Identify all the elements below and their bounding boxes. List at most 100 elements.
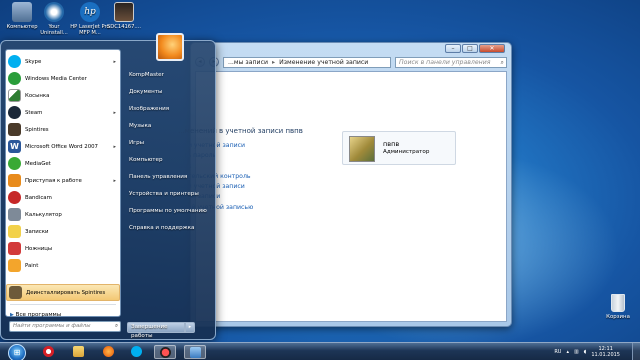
start-right-documents[interactable]: Документы xyxy=(129,89,162,95)
submenu-arrow-icon: ▸ xyxy=(113,109,116,116)
submenu-arrow-icon: ▸ xyxy=(113,177,116,184)
media-center-icon xyxy=(8,72,21,85)
volume-icon[interactable]: ◖ xyxy=(584,349,587,355)
programs-divider xyxy=(10,304,116,305)
start-right-devices-printers[interactable]: Устройства и принтеры xyxy=(129,191,199,197)
program-bandicam[interactable]: Bandicam xyxy=(6,189,120,206)
program-spintires[interactable]: Spintires xyxy=(6,121,120,138)
mediaget-icon xyxy=(8,157,21,170)
close-button[interactable]: ✕ xyxy=(479,44,505,53)
clock[interactable]: 12:11 11.01.2015 xyxy=(591,346,620,358)
steam-icon xyxy=(8,106,21,119)
bandicam-icon xyxy=(8,191,21,204)
window-caption-buttons: – □ ✕ xyxy=(445,44,505,53)
user-accounts-window: – □ ✕ ◂ ▸ ...мы записи ▸ Изменение учетн… xyxy=(178,42,512,327)
start-right-default-programs[interactable]: Программы по умолчанию xyxy=(129,208,207,214)
word-icon: W xyxy=(8,140,21,153)
desktop-icon-recycle-bin[interactable]: Корзина xyxy=(600,294,636,320)
start-menu-programs-pane: Skype ▸ Windows Media Center Косынка Stea… xyxy=(5,49,121,318)
photo-thumbnail-icon xyxy=(114,2,134,22)
scissors-icon xyxy=(8,242,21,255)
navigation-bar: ◂ ▸ ...мы записи ▸ Изменение учетной зап… xyxy=(195,56,507,68)
user-role: Администратор xyxy=(383,149,430,155)
taskbar-explorer[interactable] xyxy=(68,345,90,359)
all-programs-button[interactable]: ▶ Все программы xyxy=(10,312,61,318)
maximize-button[interactable]: □ xyxy=(462,44,478,53)
recycle-bin-icon xyxy=(611,294,625,312)
taskbar-bandicam[interactable] xyxy=(154,345,176,359)
search-icon: ⌕ xyxy=(114,323,118,329)
start-search-input[interactable]: Найти программы и файлы ⌕ xyxy=(9,321,121,332)
taskbar-opera[interactable] xyxy=(38,345,60,359)
program-skype[interactable]: Skype ▸ xyxy=(6,53,120,70)
getting-started-icon xyxy=(8,174,21,187)
tray-expand-icon[interactable]: ▴ xyxy=(566,349,569,355)
paint-icon xyxy=(8,259,21,272)
opera-icon xyxy=(43,346,54,357)
network-icon[interactable]: ▥ xyxy=(574,349,579,355)
start-button[interactable]: ⊞ xyxy=(8,344,26,360)
start-right-kompmaster[interactable]: KompMaster xyxy=(129,72,164,78)
start-right-control-panel[interactable]: Панель управления xyxy=(129,174,187,180)
clock-date: 11.01.2015 xyxy=(591,352,620,358)
window-content: ...менений в учетной записи пвпв ...ни у… xyxy=(178,71,507,322)
program-snipping-tool[interactable]: Ножницы xyxy=(6,240,120,257)
start-right-games[interactable]: Игры xyxy=(129,140,144,146)
breadcrumb-accounts[interactable]: ...мы записи xyxy=(228,59,268,66)
program-getting-started[interactable]: Приступая к работе ▸ xyxy=(6,172,120,189)
shutdown-button[interactable]: Завершение работы xyxy=(127,322,185,339)
desktop-icon-your-uninstaller[interactable]: Your Uninstall... xyxy=(34,2,74,36)
solitaire-icon xyxy=(8,89,21,102)
calculator-icon xyxy=(8,208,21,221)
start-right-help-support[interactable]: Справка и поддержка xyxy=(129,225,195,231)
program-uninstall-spintires[interactable]: Деинсталлировать Spintires xyxy=(6,284,120,301)
media-player-icon xyxy=(103,346,114,357)
program-mediaget[interactable]: MediaGet xyxy=(6,155,120,172)
folder-icon xyxy=(73,346,84,357)
computer-icon xyxy=(12,2,32,22)
taskbar-control-panel[interactable] xyxy=(184,345,206,359)
taskbar-skype[interactable] xyxy=(126,345,148,359)
taskbar: ⊞ RU ▴ ▥ ◖ 12:11 11.01.2015 xyxy=(0,342,640,360)
search-icon: ⌕ xyxy=(500,58,504,66)
program-solitaire[interactable]: Косынка xyxy=(6,87,120,104)
system-tray: RU ▴ ▥ ◖ 12:11 11.01.2015 xyxy=(554,343,640,360)
user-account-card: пвпв Администратор xyxy=(342,131,456,165)
program-paint[interactable]: Paint xyxy=(6,257,120,274)
triangle-right-icon: ▶ xyxy=(10,312,14,318)
desktop: Компьютер Your Uninstall... hp HP LaserJ… xyxy=(0,0,640,342)
language-indicator[interactable]: RU xyxy=(554,349,561,355)
breadcrumb-change-account[interactable]: Изменение учетной записи xyxy=(279,59,368,66)
breadcrumb-separator: ▸ xyxy=(272,58,276,66)
program-word-2007[interactable]: W Microsoft Office Word 2007 ▸ xyxy=(6,138,120,155)
program-calculator[interactable]: Калькулятор xyxy=(6,206,120,223)
program-windows-media-center[interactable]: Windows Media Center xyxy=(6,70,120,87)
bandicam-icon xyxy=(160,347,171,358)
hp-icon: hp xyxy=(80,2,100,22)
start-right-music[interactable]: Музыка xyxy=(129,123,151,129)
skype-icon xyxy=(8,55,21,68)
program-sticky-notes[interactable]: Записки xyxy=(6,223,120,240)
uninstaller-icon xyxy=(44,2,64,22)
show-desktop-button[interactable] xyxy=(632,343,640,360)
start-menu: Skype ▸ Windows Media Center Косынка Stea… xyxy=(0,33,216,340)
start-right-computer[interactable]: Компьютер xyxy=(129,157,163,163)
user-name: пвпв xyxy=(383,140,400,148)
skype-icon xyxy=(131,346,142,357)
spintires-icon xyxy=(8,123,21,136)
sticky-notes-icon xyxy=(8,225,21,238)
minimize-button[interactable]: – xyxy=(445,44,461,53)
user-avatar[interactable] xyxy=(156,33,184,61)
user-picture xyxy=(349,136,375,162)
address-bar[interactable]: ...мы записи ▸ Изменение учетной записи xyxy=(223,56,391,68)
shutdown-options-button[interactable]: ▸ xyxy=(185,322,195,333)
desktop-icon-sdc-photo[interactable]: SDC14167.... xyxy=(104,2,144,30)
control-panel-icon xyxy=(190,347,201,358)
submenu-arrow-icon: ▸ xyxy=(113,143,116,150)
start-right-pictures[interactable]: Изображения xyxy=(129,106,169,112)
taskbar-media-player[interactable] xyxy=(98,345,120,359)
uninstall-icon xyxy=(9,286,22,299)
program-steam[interactable]: Steam ▸ xyxy=(6,104,120,121)
control-panel-search-input[interactable]: Поиск в панели управления ⌕ xyxy=(395,56,507,68)
submenu-arrow-icon: ▸ xyxy=(113,58,116,65)
